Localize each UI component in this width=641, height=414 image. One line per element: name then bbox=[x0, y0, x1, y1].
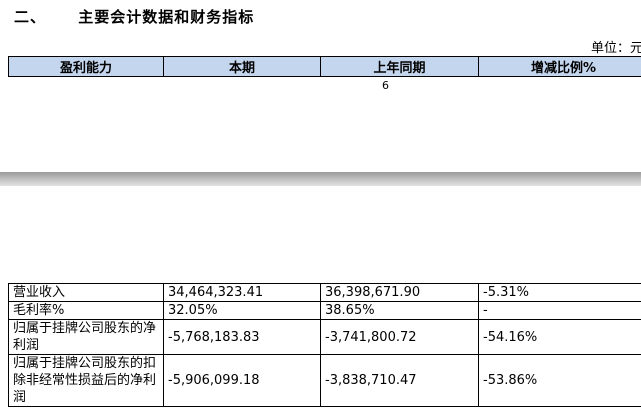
unit-label: 单位：元 bbox=[590, 41, 641, 56]
section-number: 二、 bbox=[14, 8, 47, 26]
prior-value: -3,741,800.72 bbox=[320, 319, 479, 355]
section-title: 主要会计数据和财务指标 bbox=[78, 8, 255, 26]
row-label: 归属于挂牌公司股东的净利润 bbox=[8, 319, 164, 355]
header-current-period: 本期 bbox=[163, 56, 321, 77]
change-value: -54.16% bbox=[478, 319, 641, 355]
prior-value: 36,398,671.90 bbox=[320, 283, 479, 302]
current-value: 32.05% bbox=[163, 301, 321, 320]
table-row: 营业收入 34,464,323.41 36,398,671.90 -5.31% bbox=[8, 283, 641, 302]
table-row: 毛利率% 32.05% 38.65% - bbox=[8, 301, 641, 320]
prior-value: -3,838,710.47 bbox=[320, 354, 479, 407]
section-heading: 二、 主要会计数据和财务指标 bbox=[14, 6, 254, 27]
header-change-ratio: 增减比例% bbox=[478, 56, 641, 77]
indicator-table-header: 盈利能力 本期 上年同期 增减比例% bbox=[8, 56, 641, 77]
change-value: - bbox=[478, 301, 641, 320]
page-number: 6 bbox=[382, 79, 389, 92]
page-break-divider bbox=[0, 172, 641, 186]
row-label: 毛利率% bbox=[8, 301, 164, 320]
current-value: -5,906,099.18 bbox=[163, 354, 321, 407]
current-value: 34,464,323.41 bbox=[163, 283, 321, 302]
table-row: 归属于挂牌公司股东的净利润 -5,768,183.83 -3,741,800.7… bbox=[8, 319, 641, 355]
header-prior-period: 上年同期 bbox=[320, 56, 479, 77]
current-value: -5,768,183.83 bbox=[163, 319, 321, 355]
header-profitability: 盈利能力 bbox=[8, 56, 164, 77]
indicator-table-body: 营业收入 34,464,323.41 36,398,671.90 -5.31% … bbox=[8, 283, 641, 407]
row-label: 归属于挂牌公司股东的扣除非经常性损益后的净利润 bbox=[8, 354, 164, 407]
table-row: 归属于挂牌公司股东的扣除非经常性损益后的净利润 -5,906,099.18 -3… bbox=[8, 354, 641, 407]
change-value: -53.86% bbox=[478, 354, 641, 407]
prior-value: 38.65% bbox=[320, 301, 479, 320]
change-value: -5.31% bbox=[478, 283, 641, 302]
row-label: 营业收入 bbox=[8, 283, 164, 302]
